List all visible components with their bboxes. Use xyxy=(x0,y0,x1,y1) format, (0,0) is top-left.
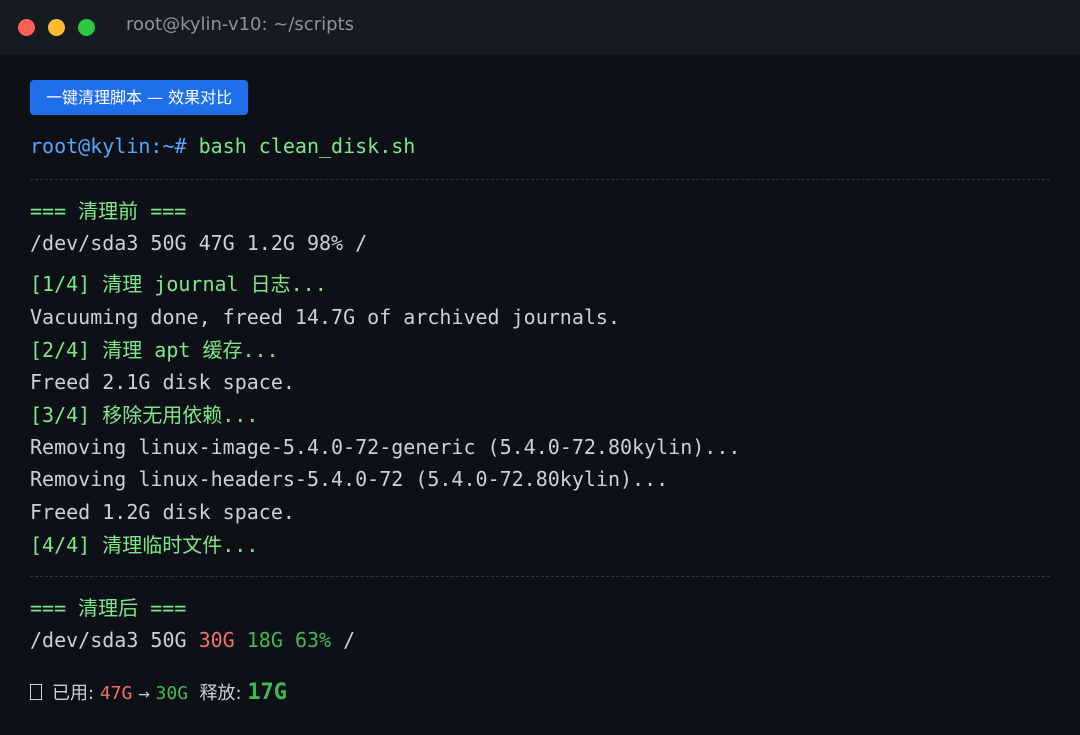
summary-freed-label: 释放: xyxy=(199,683,242,704)
step-3-output-1: Removing linux-image-5.4.0-72-generic (5… xyxy=(30,435,741,459)
step-2-output: Freed 2.1G disk space. xyxy=(30,370,295,394)
summary-used-after: 30G xyxy=(155,683,189,704)
title-bar[interactable]: root@kylin-v10: ~/scripts xyxy=(0,0,1080,55)
maximize-button[interactable] xyxy=(78,19,95,36)
step-2-label: [2/4] 清理 apt 缓存... xyxy=(30,338,279,362)
prompt-user-host: root@kylin xyxy=(30,134,151,158)
after-df-line: /dev/sda3 50G 30G 18G 63% / xyxy=(30,627,355,653)
separator-top xyxy=(30,179,1050,180)
window-title: root@kylin-v10: ~/scripts xyxy=(126,14,354,35)
minimize-button[interactable] xyxy=(48,19,65,36)
summary-freed-value: 17G xyxy=(247,680,288,705)
prompt-line: root@kylin:~# bash clean_disk.sh xyxy=(30,133,415,159)
after-header: === 清理后 === xyxy=(30,596,187,620)
summary-used-label: 已用: xyxy=(52,683,95,704)
separator-bottom xyxy=(30,576,1050,577)
step-4-label: [4/4] 清理临时文件... xyxy=(30,533,259,557)
step-3-output-3: Freed 1.2G disk space. xyxy=(30,500,295,524)
summary-line: 已用: 47G → 30G 释放: 17G xyxy=(30,678,287,710)
after-size: 50G xyxy=(150,628,187,652)
after-avail: 18G xyxy=(246,628,283,652)
step-1-label: [1/4] 清理 journal 日志... xyxy=(30,272,327,296)
before-header: === 清理前 === xyxy=(30,199,187,223)
summary-arrow: → xyxy=(138,687,150,703)
after-used: 30G xyxy=(198,628,235,652)
after-percent: 63% xyxy=(294,628,332,652)
close-button[interactable] xyxy=(18,19,35,36)
after-mount: / xyxy=(343,628,356,652)
terminal-window: root@kylin-v10: ~/scripts 一键清理脚本 — 效果对比 … xyxy=(0,0,1080,735)
step-1-output: Vacuuming done, freed 14.7G of archived … xyxy=(30,305,621,329)
prompt-command: bash clean_disk.sh xyxy=(186,134,416,158)
prompt-path: :~# xyxy=(150,134,187,158)
step-3-output-2: Removing linux-headers-5.4.0-72 (5.4.0-7… xyxy=(30,467,669,491)
after-device: /dev/sda3 xyxy=(30,628,139,652)
before-df-line: /dev/sda3 50G 47G 1.2G 98% / xyxy=(30,231,368,255)
step-3-label: [3/4] 移除无用依赖... xyxy=(30,403,259,427)
script-badge: 一键清理脚本 — 效果对比 xyxy=(30,80,249,115)
summary-used-before: 47G xyxy=(99,683,133,704)
chart-icon xyxy=(30,684,42,700)
